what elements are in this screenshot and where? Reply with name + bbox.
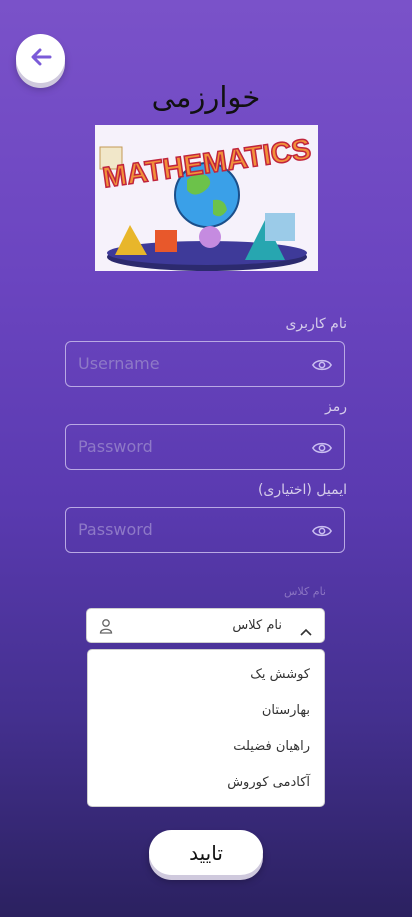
arrow-left-icon [30,48,52,70]
email-placeholder: Password [78,520,153,539]
username-placeholder: Username [78,354,160,373]
chevron-up-icon [300,621,312,640]
password-label: رمز [325,399,347,415]
email-field[interactable]: Password [65,507,345,553]
confirm-button[interactable]: تایید [149,830,263,875]
menu-item-class-3[interactable]: راهیان فضیلت [233,739,310,754]
eye-icon[interactable] [311,355,333,379]
password-placeholder: Password [78,437,153,456]
back-button[interactable] [16,34,65,83]
class-caption: نام کلاس [284,585,326,598]
eye-icon[interactable] [311,521,333,545]
person-icon [99,618,113,638]
menu-item-class-2[interactable]: بهارستان [262,703,310,718]
password-field[interactable]: Password [65,424,345,470]
class-select-value: نام کلاس [232,618,282,633]
email-label: ایمیل (اختیاری) [257,482,347,498]
username-field[interactable]: Username [65,341,345,387]
menu-item-class-4[interactable]: آکادمی کوروش [227,775,310,790]
page-title: خوارزمی [151,80,261,114]
class-select[interactable]: نام کلاس [86,608,325,643]
class-dropdown-menu: کوشش یک بهارستان راهیان فضیلت آکادمی کور… [87,649,325,807]
mathematics-banner: MATHEMATICS [95,125,318,271]
username-label: نام کاربری [285,316,347,332]
eye-icon[interactable] [311,438,333,462]
menu-item-class-1[interactable]: کوشش یک [250,667,310,682]
